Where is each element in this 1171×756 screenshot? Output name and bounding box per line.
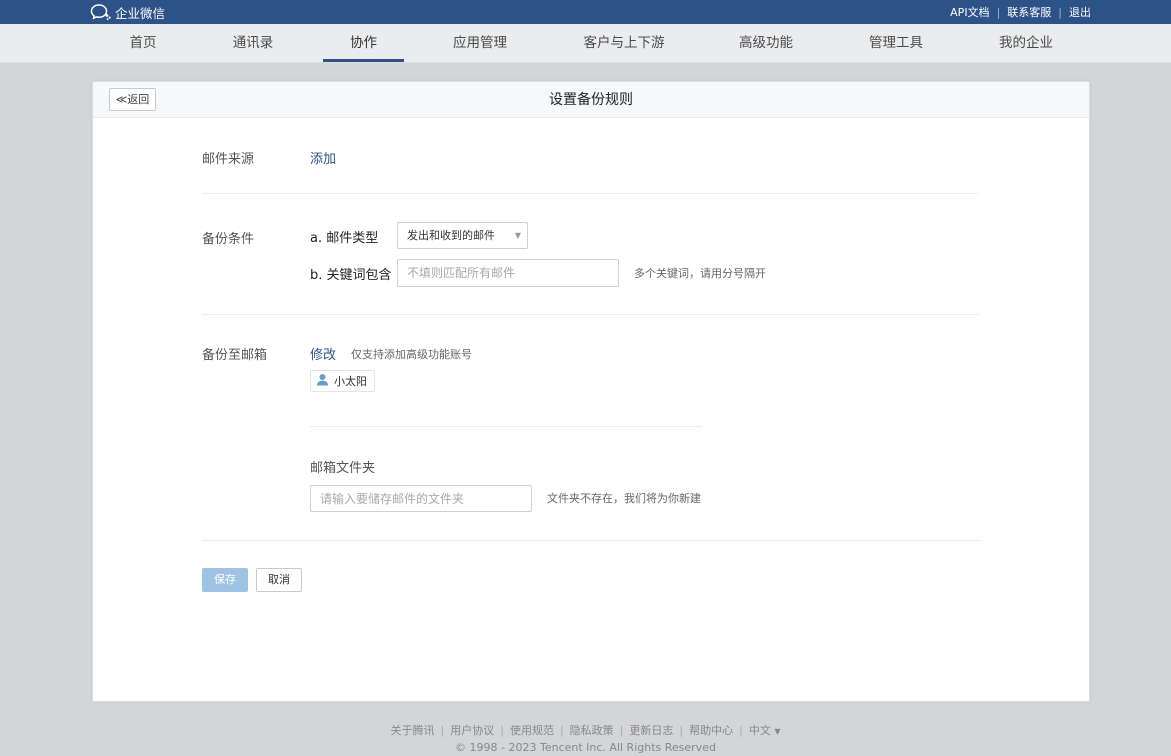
backup-condition-label: 备份条件 [202,232,255,247]
divider [202,540,980,541]
save-button[interactable]: 保存 [202,568,248,592]
logout-link[interactable]: 退出 [1069,4,1091,20]
footer-link-user-agreement[interactable]: 用户协议 [450,724,494,737]
top-link-separator: | [1058,5,1062,19]
panel-header: 设置备份规则 ≪返回 [93,82,1089,118]
chevron-down-icon: ▼ [514,231,521,240]
page-title: 设置备份规则 [549,92,633,108]
nav-item-collaboration[interactable]: 协作 [323,24,404,63]
back-button[interactable]: ≪返回 [109,88,156,111]
divider [310,426,702,427]
keyword-input[interactable] [397,259,619,287]
user-icon [316,373,329,389]
footer-links: 关于腾讯 | 用户协议 | 使用规范 | 隐私政策 | 更新日志 | 帮助中心 | 中文 ▼ [0,722,1171,738]
footer-link-usage-rules[interactable]: 使用规范 [510,724,554,737]
backup-mailbox-label: 备份至邮箱 [202,348,268,363]
language-switch[interactable]: 中文 ▼ [749,724,781,737]
brand-name: 企业微信 [115,5,166,21]
backup-rule-panel: 设置备份规则 ≪返回 [92,81,1090,702]
footer-link-changelog[interactable]: 更新日志 [629,724,673,737]
copyright: © 1998 - 2023 Tencent Inc. All Rights Re… [455,741,716,754]
nav-item-advanced[interactable]: 高级功能 [734,24,798,63]
mail-folder-hint: 文件夹不存在，我们将为你新建 [547,492,701,505]
top-links: API文档 | 联系客服 | 退出 [950,4,1091,20]
mail-type-select[interactable]: 发出和收到的邮件 ▼ [397,222,528,249]
footer-separator: | [679,724,684,737]
divider [202,314,979,315]
mail-folder-label: 邮箱文件夹 [310,461,376,476]
mail-type-label: a. 邮件类型 [310,231,379,246]
modify-mailbox-link[interactable]: 修改 [310,344,336,363]
add-source-link[interactable]: 添加 [310,148,336,167]
wecom-logo-icon [90,3,112,21]
footer-link-privacy[interactable]: 隐私政策 [570,724,614,737]
nav-item-contacts[interactable]: 通讯录 [228,24,278,63]
keyword-hint: 多个关键词，请用分号隔开 [634,267,766,280]
member-chip: 小太阳 [310,370,375,392]
footer-link-help[interactable]: 帮助中心 [689,724,733,737]
mail-source-label: 邮件来源 [202,152,255,167]
member-name: 小太阳 [334,375,367,388]
nav-item-app-management[interactable]: 应用管理 [448,24,512,63]
cancel-button[interactable]: 取消 [256,568,302,592]
top-bar: 企业微信 API文档 | 联系客服 | 退出 [0,0,1171,24]
mail-folder-input[interactable] [310,485,532,512]
footer-separator: | [619,724,624,737]
chevron-down-icon: ▼ [774,727,781,736]
footer-link-about[interactable]: 关于腾讯 [391,724,435,737]
footer-separator: | [500,724,504,737]
divider [202,193,979,194]
nav-item-my-company[interactable]: 我的企业 [994,24,1058,63]
nav-item-customers[interactable]: 客户与上下游 [580,24,668,63]
main-nav: 首页 通讯录 协作 应用管理 客户与上下游 高级功能 管理工具 我的企业 [0,24,1171,63]
footer-separator: | [440,724,445,737]
footer-separator: | [559,724,564,737]
api-docs-link[interactable]: API文档 [950,4,989,20]
contact-support-link[interactable]: 联系客服 [1007,4,1051,20]
top-link-separator: | [996,5,1001,19]
mailbox-hint: 仅支持添加高级功能账号 [351,348,472,361]
mail-type-value: 发出和收到的邮件 [407,229,495,242]
footer-separator: | [739,724,743,737]
nav-item-tools[interactable]: 管理工具 [864,24,928,63]
brand-logo[interactable]: 企业微信 [90,3,165,21]
language-label: 中文 [748,724,771,737]
keyword-label: b. 关键词包含 [310,268,392,283]
nav-item-home[interactable]: 首页 [121,24,165,63]
